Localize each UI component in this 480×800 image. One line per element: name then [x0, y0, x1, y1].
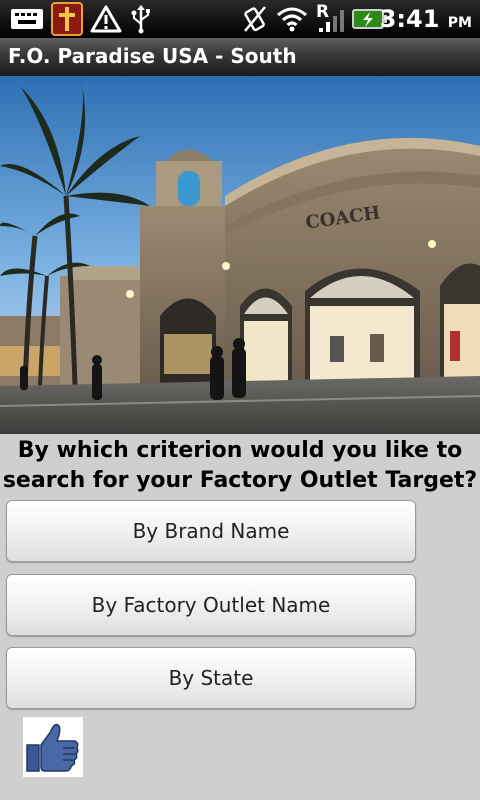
by-brand-name-label: By Brand Name — [132, 519, 290, 543]
usb-icon — [126, 0, 156, 38]
outlet-mall-photo: COACH — [0, 76, 480, 434]
clock: 3:41 PM — [380, 0, 472, 38]
warning-icon — [88, 0, 124, 38]
keyboard-icon — [8, 0, 46, 38]
wifi-icon — [274, 0, 310, 38]
by-brand-name-button[interactable]: By Brand Name — [6, 500, 416, 562]
by-factory-outlet-name-button[interactable]: By Factory Outlet Name — [6, 574, 416, 636]
by-state-button[interactable]: By State — [6, 647, 416, 709]
clock-ampm: PM — [447, 15, 472, 31]
roaming-letter: R — [316, 2, 330, 22]
by-state-label: By State — [168, 666, 254, 690]
bible-app-icon — [48, 0, 86, 38]
roaming-signal-icon: R — [314, 0, 346, 38]
search-criterion-prompt: By which criterion would you like to sea… — [2, 438, 478, 493]
facebook-like-button[interactable] — [23, 717, 83, 777]
vibrate-icon — [240, 0, 270, 38]
app-title: F.O. Paradise USA - South — [8, 44, 297, 68]
status-bar: R 3:41 PM — [0, 0, 480, 38]
title-bar: F.O. Paradise USA - South — [0, 38, 480, 77]
thumbs-up-icon — [26, 723, 79, 772]
clock-time: 3:41 — [379, 5, 440, 33]
by-factory-outlet-name-label: By Factory Outlet Name — [91, 593, 331, 617]
